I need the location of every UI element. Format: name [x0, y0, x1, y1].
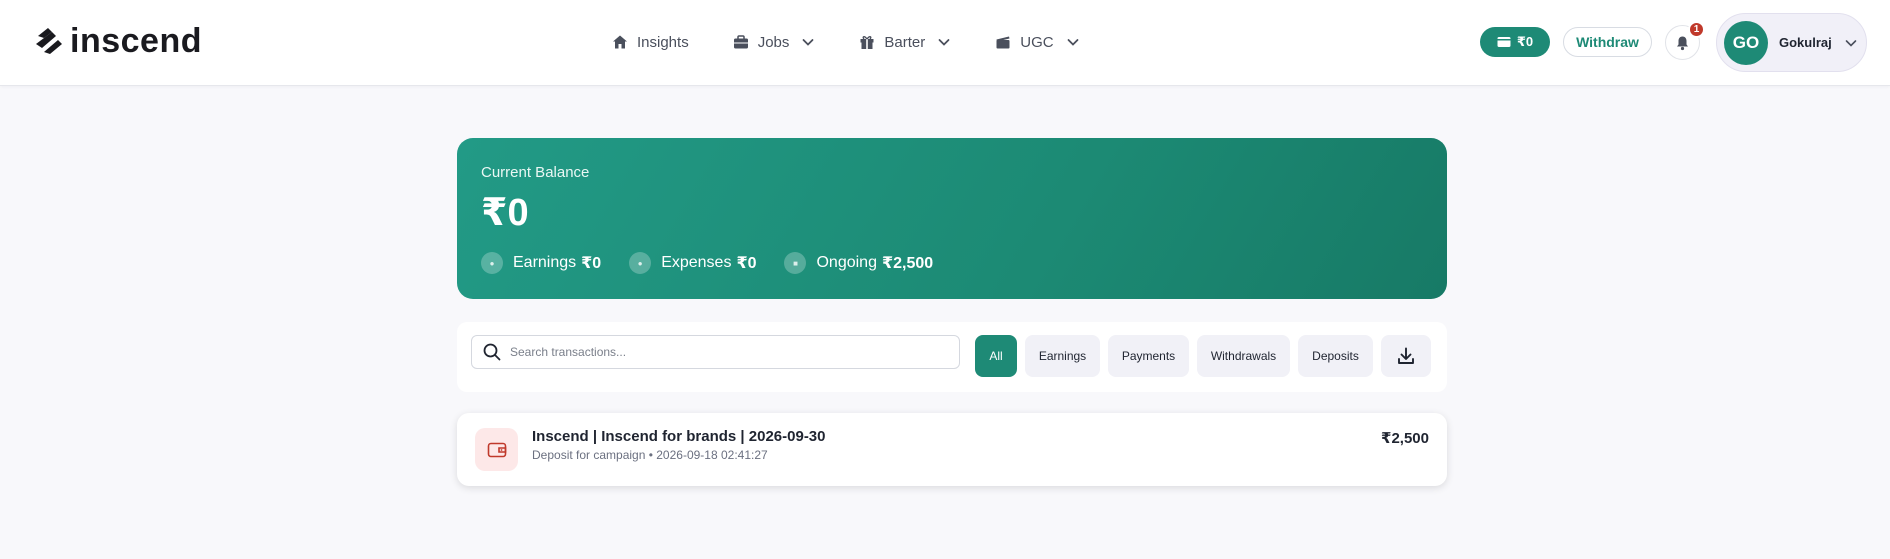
transaction-subtitle: Deposit for campaign • 2026-09-18 02:41:…	[532, 448, 768, 462]
earnings-icon: ●	[481, 252, 503, 274]
gift-icon	[859, 34, 875, 50]
balance-stats: ● Earnings ₹0 ● Expenses ₹0 ■ Ongoing ₹2…	[481, 252, 961, 274]
brand-logo[interactable]: inscend	[34, 22, 202, 60]
wallet-icon	[475, 428, 518, 471]
chevron-down-icon	[937, 35, 951, 49]
expenses-icon: ●	[629, 252, 652, 274]
balance-card: Current Balance ₹0 ● Earnings ₹0 ● Expen…	[457, 138, 1447, 299]
nav-item-ugc[interactable]: UGC	[995, 34, 1079, 51]
filter-chip-earnings[interactable]: Earnings	[1025, 335, 1100, 377]
top-header: inscend Insights Jobs Barter UGC ₹0 With…	[0, 0, 1890, 86]
wallet-balance-value: ₹0	[1516, 34, 1534, 49]
stat-expenses: ● Expenses ₹0	[629, 252, 756, 274]
stat-label: Earnings	[513, 254, 577, 271]
user-menu[interactable]: GO Gokulraj	[1716, 13, 1867, 72]
wallet-balance-button[interactable]: ₹0	[1480, 27, 1550, 57]
filter-chip-payments[interactable]: Payments	[1108, 335, 1189, 377]
bell-icon	[1677, 36, 1688, 50]
avatar: GO	[1724, 20, 1768, 65]
brand-name: inscend	[70, 22, 202, 60]
stat-value: ₹2,500	[881, 255, 934, 272]
search-box[interactable]	[471, 335, 960, 369]
nav-label: Insights	[637, 33, 689, 51]
nav-item-insights[interactable]: Insights	[612, 34, 689, 51]
nav-label: Jobs	[757, 33, 790, 51]
logo-mark-icon	[36, 28, 62, 54]
briefcase-icon	[733, 34, 749, 50]
user-name: Gokulraj	[1779, 35, 1832, 50]
stat-value: ₹0	[736, 255, 757, 272]
stat-value: ₹0	[581, 255, 602, 272]
main-nav: Insights Jobs Barter UGC	[612, 28, 1080, 56]
filter-chip-all[interactable]: All	[975, 335, 1017, 377]
stat-label: Expenses	[661, 254, 732, 271]
filter-chip-deposits[interactable]: Deposits	[1298, 335, 1373, 377]
nav-label: UGC	[1020, 33, 1054, 51]
download-icon	[1398, 347, 1414, 364]
stat-earnings: ● Earnings ₹0	[481, 252, 601, 274]
transaction-item[interactable]: Inscend | Inscend for brands | 2026-09-3…	[457, 413, 1447, 486]
balance-label: Current Balance	[481, 164, 590, 181]
nav-label: Barter	[884, 33, 926, 51]
ongoing-icon: ■	[784, 252, 807, 274]
chevron-down-icon	[801, 35, 815, 49]
chevron-down-icon	[1844, 36, 1858, 50]
wallet-icon	[1497, 36, 1511, 48]
nav-item-jobs[interactable]: Jobs	[733, 34, 816, 51]
search-input[interactable]	[510, 345, 950, 359]
search-icon	[483, 343, 501, 361]
chevron-down-icon	[1066, 35, 1080, 49]
stat-ongoing: ■ Ongoing ₹2,500	[784, 252, 933, 274]
notification-badge: 1	[1688, 21, 1705, 38]
stat-label: Ongoing	[816, 254, 877, 271]
transaction-title: Inscend | Inscend for brands | 2026-09-3…	[532, 428, 826, 445]
nav-item-barter[interactable]: Barter	[859, 34, 951, 51]
filter-chips: All Earnings Payments Withdrawals Deposi…	[975, 335, 1439, 377]
download-button[interactable]	[1381, 335, 1431, 377]
clapperboard-icon	[995, 34, 1011, 50]
transaction-filter-bar: All Earnings Payments Withdrawals Deposi…	[457, 322, 1447, 392]
transaction-amount: ₹2,500	[1381, 430, 1429, 447]
withdraw-button[interactable]: Withdraw	[1563, 27, 1652, 57]
filter-chip-withdrawals[interactable]: Withdrawals	[1197, 335, 1290, 377]
home-icon	[612, 34, 628, 50]
balance-value: ₹0	[481, 192, 529, 234]
